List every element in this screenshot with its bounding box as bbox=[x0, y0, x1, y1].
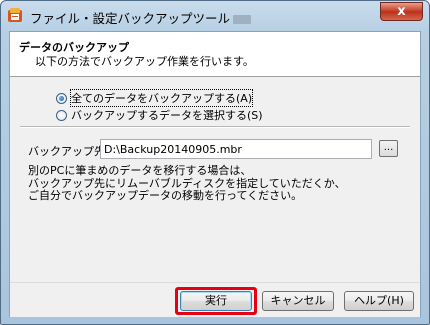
cancel-button[interactable]: キャンセル bbox=[262, 291, 334, 311]
option-select-data[interactable]: バックアップするデータを選択する(S) bbox=[56, 107, 263, 123]
note-line: ご自分でバックアップデータの移動を行ってください。 bbox=[28, 189, 303, 202]
divider bbox=[20, 126, 410, 128]
option-backup-all-label[interactable]: 全てのデータをバックアップする(A) bbox=[69, 89, 254, 107]
option-select-data-label[interactable]: バックアップするデータを選択する(S) bbox=[71, 107, 263, 123]
browse-button[interactable]: ... bbox=[379, 140, 398, 157]
dialog-window: ファイル・設定バックアップツール x データのバックアップ 以下の方法でバックア… bbox=[0, 0, 430, 325]
button-bar: 実行 キャンセル ヘルプ(H) bbox=[10, 282, 420, 317]
note-line: 別のPCに筆まめのデータを移行する場合は、 bbox=[28, 164, 252, 177]
help-button[interactable]: ヘルプ(H) bbox=[344, 291, 414, 311]
radio-button-checked[interactable] bbox=[56, 92, 67, 104]
dialog-client-area: データのバックアップ 以下の方法でバックアップ作業を行います。 全てのデータをバ… bbox=[9, 31, 421, 317]
option-backup-all[interactable]: 全てのデータをバックアップする(A) bbox=[56, 89, 254, 107]
header-subtitle: 以下の方法でバックアップ作業を行います。 bbox=[35, 55, 254, 68]
app-icon bbox=[8, 8, 22, 22]
header-panel: データのバックアップ 以下の方法でバックアップ作業を行います。 bbox=[10, 32, 420, 77]
execute-highlight-frame bbox=[175, 287, 257, 315]
close-icon: x bbox=[397, 4, 406, 19]
migration-note: 別のPCに筆まめのデータを移行する場合は、 バックアップ先にリムーバブルディスク… bbox=[28, 164, 346, 203]
window-title: ファイル・設定バックアップツール bbox=[30, 8, 252, 27]
close-button[interactable]: x bbox=[380, 2, 423, 21]
destination-input[interactable] bbox=[100, 139, 372, 159]
title-bar[interactable]: ファイル・設定バックアップツール x bbox=[1, 1, 429, 31]
title-redacted-block bbox=[233, 15, 252, 24]
radio-button[interactable] bbox=[56, 109, 67, 121]
